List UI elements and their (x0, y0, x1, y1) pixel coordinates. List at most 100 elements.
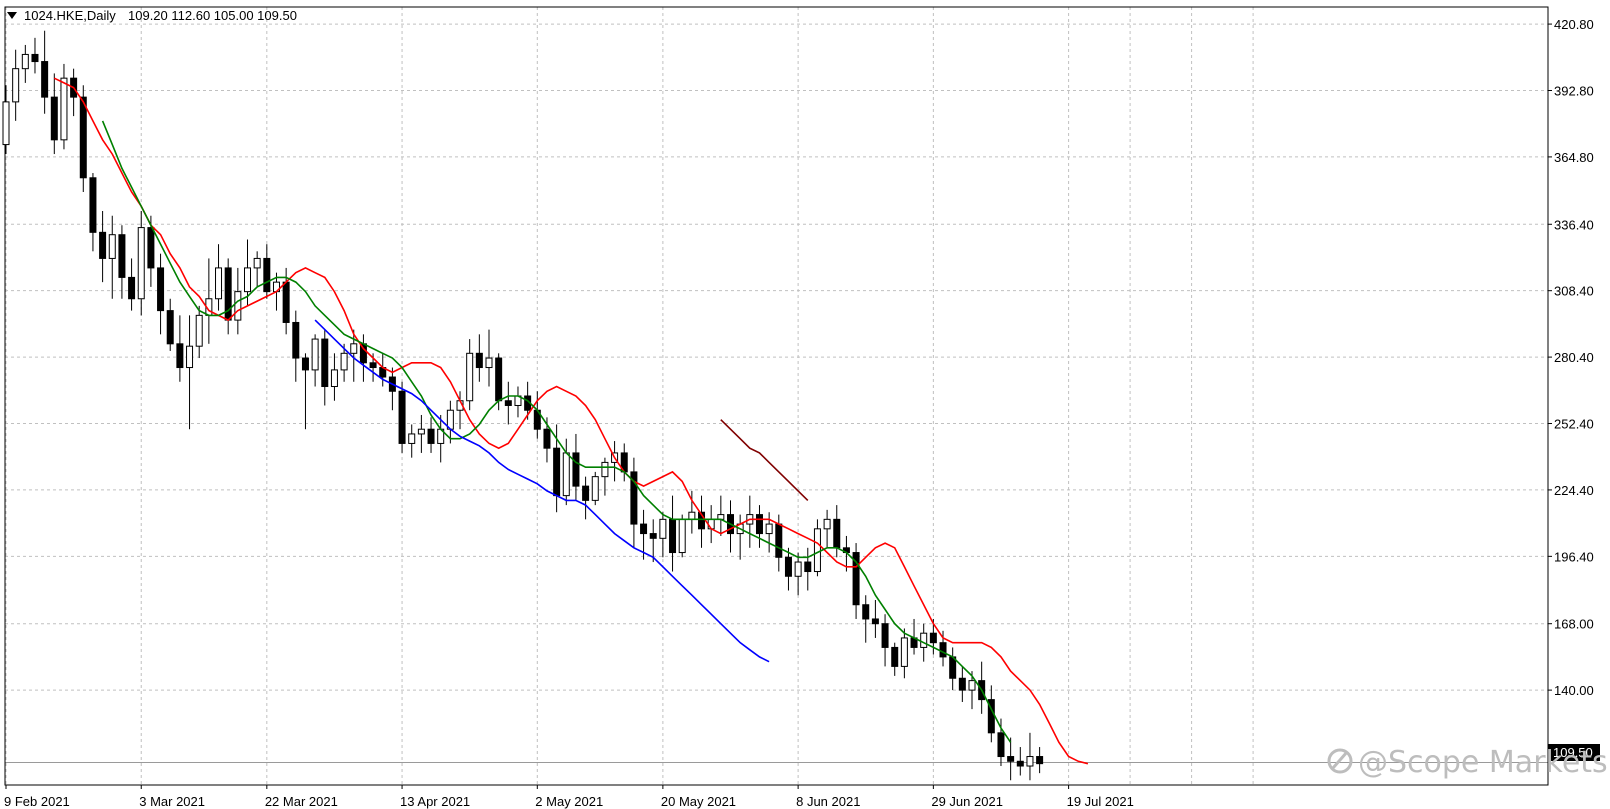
x-tick-label: 9 Feb 2021 (4, 794, 70, 809)
time-axis: 9 Feb 2021 3 Mar 2021 22 Mar 2021 13 Apr 20… (4, 785, 1134, 809)
candle (253, 251, 261, 287)
candle (1036, 747, 1044, 774)
candle (862, 595, 870, 643)
candle (707, 505, 715, 544)
candle (330, 353, 338, 401)
candle (485, 329, 493, 387)
candle (263, 244, 271, 299)
candle (301, 353, 309, 430)
candle (292, 310, 300, 382)
candle (823, 509, 831, 548)
candle (678, 514, 686, 558)
candle (12, 49, 20, 121)
x-tick-label: 13 Apr 2021 (400, 794, 470, 809)
y-tick-label: 364.80 (1554, 150, 1594, 165)
candle (949, 647, 957, 691)
candle (1007, 737, 1015, 781)
candle (118, 225, 126, 299)
candle (582, 476, 590, 520)
symbol-label: 1024.HKE,Daily (24, 8, 116, 23)
candle (698, 495, 706, 548)
y-tick-label: 196.40 (1554, 549, 1594, 564)
candle (2, 85, 10, 155)
scope-logo-icon (1327, 748, 1353, 774)
triangle-down-icon[interactable] (7, 12, 17, 19)
candle (205, 258, 213, 344)
candle (669, 495, 677, 572)
candle (504, 381, 512, 425)
candle (50, 73, 58, 155)
candle (186, 315, 194, 430)
candle (311, 334, 319, 387)
x-tick-label: 29 Jun 2021 (931, 794, 1003, 809)
price-axis: 420.80 392.80 364.80 336.40 308.40 280.40 252.… (1548, 17, 1594, 698)
candle (417, 414, 425, 453)
candle (659, 512, 667, 558)
candle (195, 305, 203, 359)
candle (475, 334, 483, 382)
price-chart[interactable]: 420.80 392.80 364.80 336.40 308.40 280.40 252.… (0, 0, 1610, 809)
candle (60, 63, 68, 150)
candle (379, 353, 387, 387)
candle (794, 552, 802, 596)
candle (466, 339, 474, 411)
candle (70, 68, 78, 117)
candle (427, 417, 435, 453)
candle (99, 210, 107, 283)
y-tick-label: 336.40 (1554, 217, 1594, 232)
candle (765, 512, 773, 553)
candle (852, 543, 860, 619)
candle (41, 30, 49, 114)
x-tick-label: 19 Jul 2021 (1067, 794, 1134, 809)
candle (166, 298, 174, 351)
candle (804, 547, 812, 591)
x-tick-label: 20 May 2021 (661, 794, 736, 809)
candle (755, 505, 763, 548)
y-tick-label: 252.40 (1554, 417, 1594, 432)
candle (408, 424, 416, 458)
candle (813, 519, 821, 577)
x-tick-label: 3 Mar 2021 (139, 794, 205, 809)
candle (157, 253, 165, 335)
x-tick-label: 22 Mar 2021 (265, 794, 338, 809)
candle (21, 44, 29, 83)
candle (746, 495, 754, 548)
ohlc-label: 109.20 112.60 105.00 109.50 (128, 8, 297, 23)
candle (727, 500, 734, 553)
candle (388, 367, 396, 411)
candle (398, 381, 406, 453)
y-tick-label: 168.00 (1554, 617, 1594, 632)
candle (881, 614, 889, 667)
candle (717, 495, 725, 536)
y-tick-label: 308.40 (1554, 284, 1594, 299)
candle (891, 642, 899, 676)
candle (137, 210, 145, 316)
candle (1026, 732, 1034, 781)
y-tick-label: 140.00 (1554, 683, 1594, 698)
chart-grid (5, 7, 1548, 785)
ma-line-maroon (720, 419, 809, 501)
candle (31, 37, 39, 74)
x-tick-label: 2 May 2021 (535, 794, 603, 809)
y-tick-label: 420.80 (1554, 17, 1594, 32)
candle (736, 514, 744, 560)
candle (108, 215, 116, 299)
candle (958, 666, 966, 702)
candle (871, 599, 879, 638)
candles-layer (2, 30, 1044, 781)
candle (620, 443, 628, 482)
candle (128, 258, 136, 311)
candle (89, 173, 97, 252)
y-tick-label: 224.40 (1554, 483, 1594, 498)
candle (572, 433, 580, 501)
candle (630, 457, 638, 548)
x-tick-label: 8 Jun 2021 (796, 794, 860, 809)
candle (215, 244, 223, 311)
candle (176, 315, 184, 382)
candle (359, 334, 367, 382)
y-tick-label: 280.40 (1554, 350, 1594, 365)
candle (591, 471, 599, 506)
candle (514, 386, 522, 418)
candle (321, 329, 329, 406)
candle (224, 258, 232, 335)
